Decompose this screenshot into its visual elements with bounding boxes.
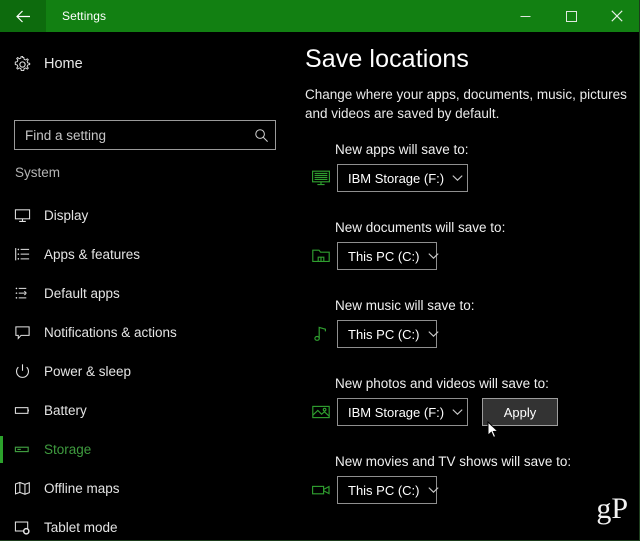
- selection-accent: [0, 397, 3, 424]
- sidebar-item-label: Battery: [44, 403, 87, 418]
- maximize-icon: [565, 10, 577, 22]
- save-location-dropdown-documents[interactable]: This PC (C:): [337, 242, 439, 270]
- section-row: This PC (C:): [305, 242, 439, 270]
- sidebar-item-tablet-mode[interactable]: Tablet mode: [0, 508, 292, 540]
- sidebar-item-label: Power & sleep: [44, 364, 132, 379]
- chevron-down-icon: [427, 252, 439, 260]
- save-location-dropdown-movies-tv[interactable]: This PC (C:): [337, 476, 439, 504]
- music-note-icon: [305, 324, 337, 344]
- sidebar-item-label: Default apps: [44, 286, 120, 301]
- sidebar-item-apps-features[interactable]: Apps & features: [0, 235, 292, 274]
- page-title: Save locations: [305, 45, 469, 73]
- selection-accent: [0, 241, 3, 268]
- section-row: This PC (C:): [305, 476, 439, 504]
- apps-monitor-icon: [305, 168, 337, 188]
- chevron-down-icon: [427, 486, 439, 494]
- gear-icon: [0, 55, 44, 73]
- tablet-icon: [0, 519, 44, 536]
- page-description: Change where your apps, documents, music…: [305, 87, 627, 121]
- home-label: Home: [44, 56, 83, 72]
- sidebar-nav-list: Display Apps & features Default apps Not…: [0, 196, 292, 540]
- sidebar-item-notifications-actions[interactable]: Notifications & actions: [0, 313, 292, 352]
- sidebar-item-label: Storage: [44, 442, 92, 457]
- selection-accent: [0, 358, 3, 385]
- documents-folder-icon: [305, 246, 337, 266]
- dropdown-value: IBM Storage (F:): [348, 170, 445, 186]
- maximize-button[interactable]: [548, 0, 594, 32]
- title-bar: Settings: [0, 0, 639, 32]
- chevron-down-icon: [452, 408, 463, 416]
- sidebar-item-default-apps[interactable]: Default apps: [0, 274, 292, 313]
- watermark: gP: [596, 492, 628, 525]
- minimize-icon: [520, 11, 531, 22]
- save-location-dropdown-apps[interactable]: IBM Storage (F:): [337, 164, 468, 192]
- save-location-dropdown-photos-videos[interactable]: IBM Storage (F:): [337, 398, 468, 426]
- settings-window: Settings Home Find a setting System Disp…: [0, 0, 640, 541]
- default-apps-icon: [0, 285, 44, 302]
- sidebar-item-label: Offline maps: [44, 481, 120, 496]
- section-row: IBM Storage (F:): [305, 164, 468, 192]
- minimize-button[interactable]: [502, 0, 548, 32]
- section-label: New documents will save to:: [335, 220, 506, 235]
- monitor-icon: [0, 207, 44, 224]
- chevron-down-icon: [452, 174, 463, 182]
- sidebar-item-power-sleep[interactable]: Power & sleep: [0, 352, 292, 391]
- back-button[interactable]: [0, 0, 46, 32]
- close-button[interactable]: [594, 0, 639, 32]
- chevron-down-icon: [427, 330, 439, 338]
- search-box[interactable]: [14, 120, 276, 150]
- selection-accent: [0, 202, 3, 229]
- sidebar-item-label: Notifications & actions: [44, 325, 177, 340]
- sidebar-item-battery[interactable]: Battery: [0, 391, 292, 430]
- picture-icon: [305, 402, 337, 422]
- search-icon[interactable]: [247, 128, 275, 143]
- speech-bubble-icon: [0, 324, 44, 341]
- dropdown-value: This PC (C:): [348, 326, 420, 342]
- save-location-dropdown-music[interactable]: This PC (C:): [337, 320, 439, 348]
- dropdown-value: IBM Storage (F:): [348, 404, 445, 420]
- section-label: New photos and videos will save to:: [335, 376, 549, 391]
- sidebar-item-home[interactable]: Home: [0, 46, 292, 82]
- battery-icon: [0, 402, 44, 419]
- section-label: New apps will save to:: [335, 142, 469, 157]
- apply-button[interactable]: Apply: [482, 398, 558, 426]
- titlebar-spacer: [106, 0, 502, 32]
- search-input[interactable]: [15, 127, 247, 143]
- power-icon: [0, 363, 44, 380]
- video-camera-icon: [305, 480, 337, 500]
- list-icon: [0, 246, 44, 263]
- dropdown-value: This PC (C:): [348, 482, 420, 498]
- selection-accent: [0, 280, 3, 307]
- sidebar-item-storage[interactable]: Storage: [0, 430, 292, 469]
- section-row: IBM Storage (F:) Apply: [305, 398, 558, 426]
- sidebar-item-label: Display: [44, 208, 89, 223]
- sidebar-item-label: Tablet mode: [44, 520, 118, 535]
- sidebar: Home System Display: [0, 32, 292, 540]
- close-icon: [611, 10, 623, 22]
- map-icon: [0, 480, 44, 497]
- selection-accent: [0, 475, 3, 502]
- sidebar-item-label: Apps & features: [44, 247, 141, 262]
- sidebar-item-offline-maps[interactable]: Offline maps: [0, 469, 292, 508]
- window-title: Settings: [62, 9, 107, 23]
- selection-accent: [0, 319, 3, 346]
- selection-accent: [0, 514, 3, 540]
- sidebar-group-label: System: [15, 165, 61, 180]
- section-label: New movies and TV shows will save to:: [335, 454, 572, 469]
- main-content: Save locations Change where your apps, d…: [292, 32, 639, 540]
- back-arrow-icon: [15, 10, 31, 23]
- section-label: New music will save to:: [335, 298, 475, 313]
- sidebar-item-display[interactable]: Display: [0, 196, 292, 235]
- selection-accent: [0, 436, 3, 463]
- dropdown-value: This PC (C:): [348, 248, 420, 264]
- section-row: This PC (C:): [305, 320, 439, 348]
- storage-icon: [0, 441, 44, 458]
